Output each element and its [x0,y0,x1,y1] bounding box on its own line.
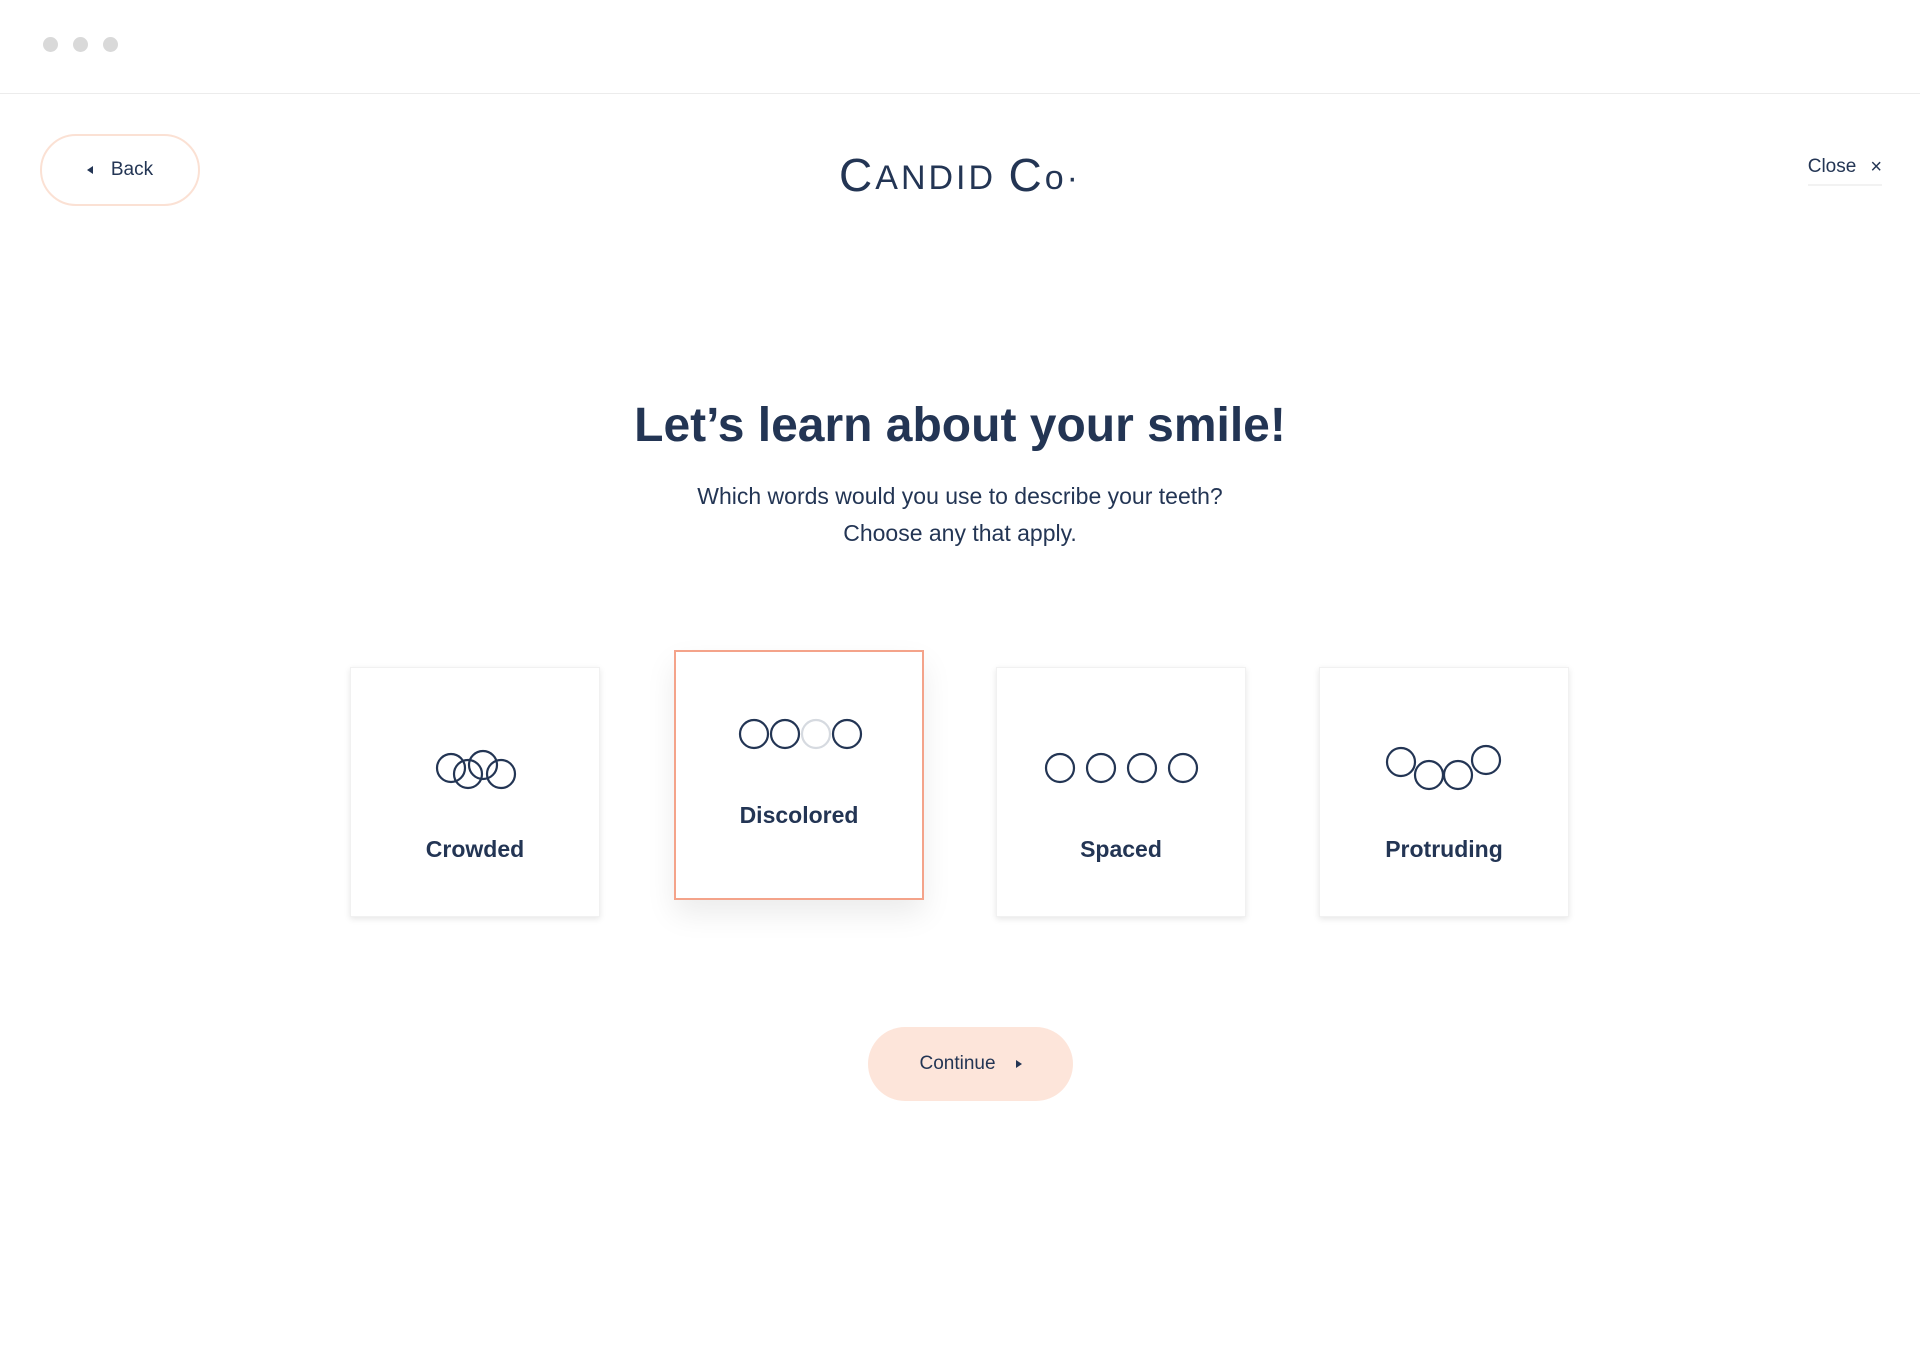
continue-label: Continue [919,1053,996,1074]
option-label: Crowded [425,836,525,862]
subtitle-line-1: Which words would you use to describe yo… [697,483,1223,509]
close-button[interactable]: Close × [1807,156,1882,186]
option-label: Protruding [1385,836,1503,862]
protruding-teeth-icon [1385,744,1502,791]
discolored-teeth-icon [738,718,863,750]
option-card-spaced[interactable]: Spaced [996,667,1246,917]
window-dot-minimize[interactable] [73,37,88,52]
app-window: Back CANDID Co· Close × Let’s learn abou… [0,0,1920,1346]
continue-arrow-icon [1015,1060,1022,1068]
browser-chrome [0,0,1920,94]
close-icon: × [1870,156,1882,178]
continue-button[interactable]: Continue [868,1027,1073,1101]
option-label: Spaced [1080,836,1162,862]
crowded-teeth-icon [435,749,517,790]
window-dot-close[interactable] [43,37,58,52]
option-card-crowded[interactable]: Crowded [350,667,600,917]
option-card-protruding[interactable]: Protruding [1319,667,1569,917]
option-card-discolored[interactable]: Discolored [674,650,924,900]
close-label: Close [1807,156,1857,177]
page-title: Let’s learn about your smile! [634,399,1286,452]
option-label: Discolored [739,802,859,828]
subtitle-line-2: Choose any that apply. [843,520,1077,546]
window-dot-maximize[interactable] [103,37,118,52]
spaced-teeth-icon [1044,752,1199,784]
brand-logo: CANDID Co· [839,149,1081,201]
page-subtitle: Which words would you use to describe yo… [0,478,1920,552]
